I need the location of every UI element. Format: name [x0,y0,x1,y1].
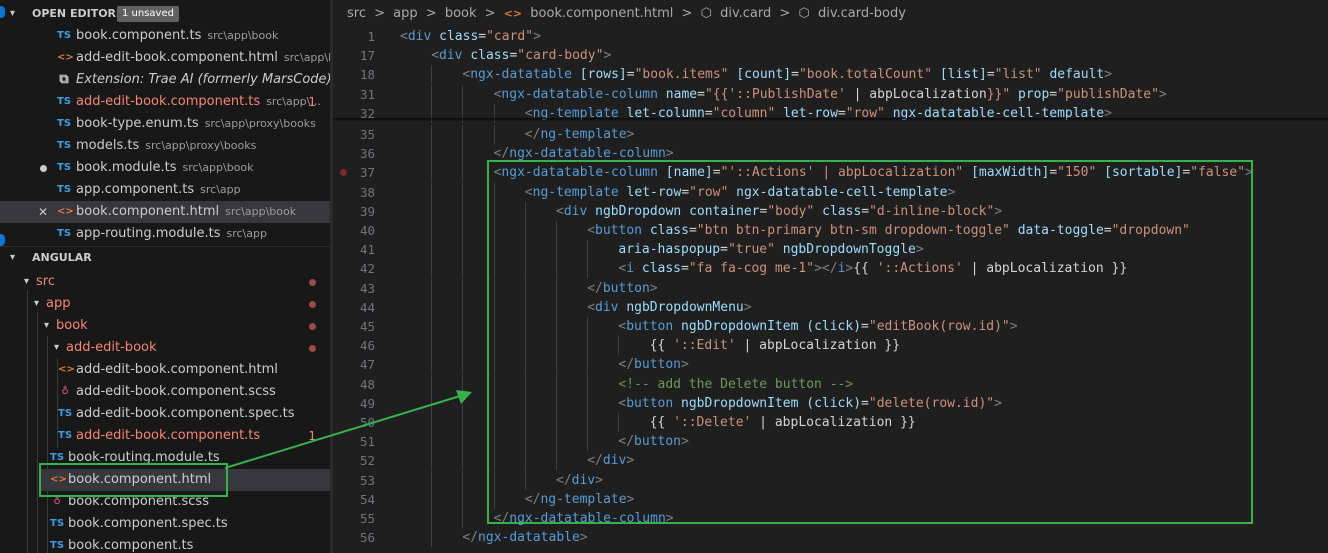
arrow-line [224,395,461,469]
annotation-arrow [224,390,472,469]
